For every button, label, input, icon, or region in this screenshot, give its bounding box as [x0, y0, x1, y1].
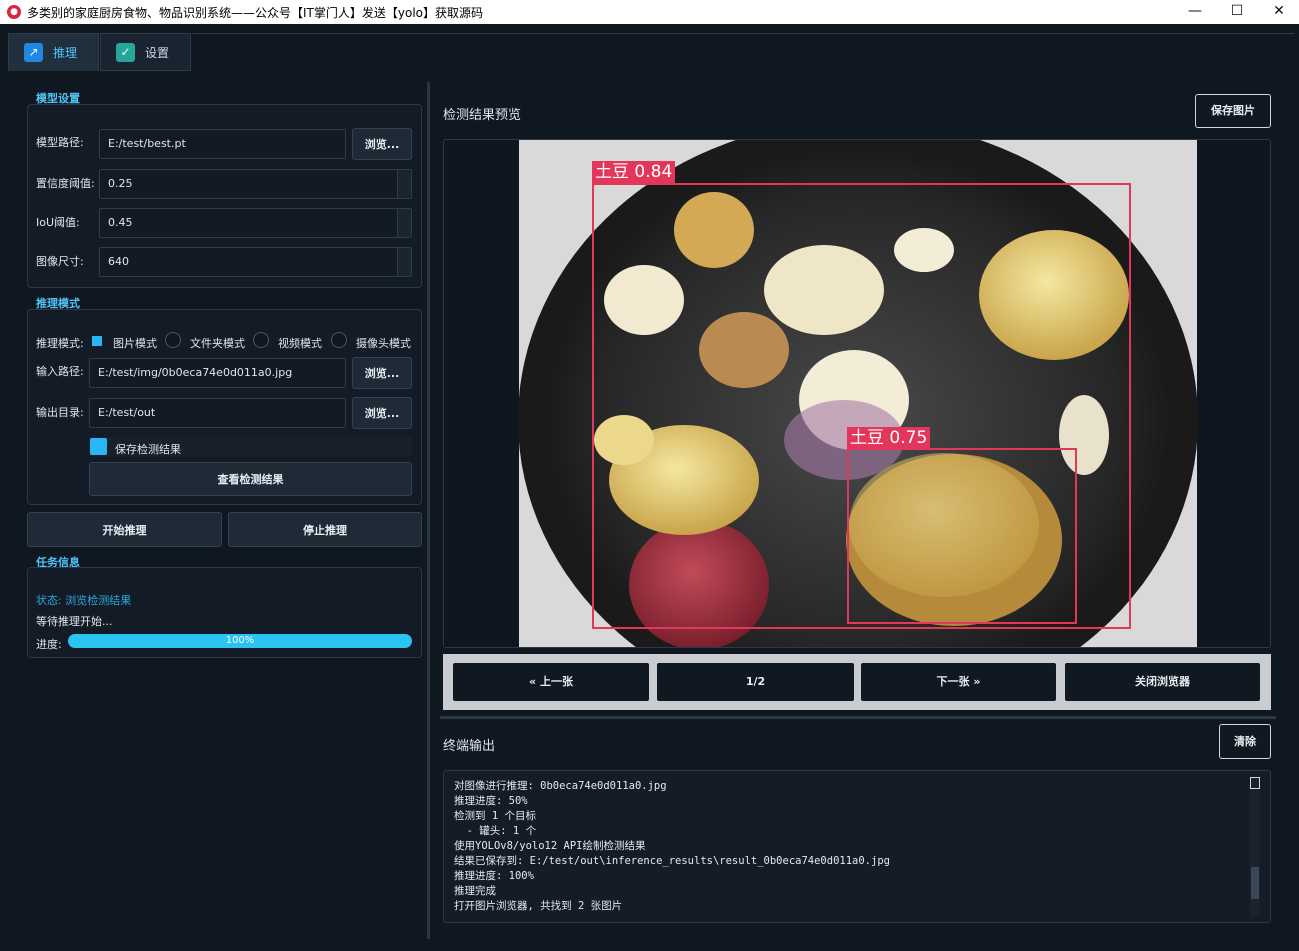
terminal-line: 使用YOLOv8/yolo12 API绘制检测结果 — [454, 840, 646, 852]
detection-box — [847, 448, 1077, 624]
close-browser-button[interactable]: 关闭浏览器 — [1065, 663, 1260, 701]
mode-video-radio[interactable] — [253, 332, 269, 348]
terminal-line: 对图像进行推理: 0b0eca74e0d011a0.jpg — [454, 780, 667, 792]
scroll-thumb[interactable] — [1251, 867, 1259, 899]
terminal-title: 终端输出 — [443, 739, 496, 754]
mode-camera-label: 摄像头模式 — [356, 337, 411, 350]
terminal-scrollbar[interactable] — [1250, 777, 1260, 917]
clear-button[interactable]: 清除 — [1219, 724, 1271, 759]
tab-divider — [192, 33, 1294, 34]
window-title: 多类别的家庭厨房食物、物品识别系统——公众号【IT掌门人】发送【yolo】获取源… — [27, 5, 483, 20]
iou-spin-arrows[interactable] — [397, 209, 411, 237]
prev-image-button[interactable]: « 上一张 — [453, 663, 649, 701]
save-image-button[interactable]: 保存图片 — [1195, 94, 1271, 128]
terminal-line: 推理进度: 50% — [454, 795, 528, 807]
input-path-field[interactable]: E:/test/img/0b0eca74e0d011a0.jpg — [89, 358, 346, 388]
mode-image-label: 图片模式 — [113, 337, 157, 350]
close-button[interactable]: ✕ — [1257, 0, 1299, 24]
output-dir-field[interactable]: E:/test/out — [89, 398, 346, 428]
tab-bar: ↗ 推理 ✓ 设置 — [8, 33, 192, 71]
terminal-line: 检测到 1 个目标 — [454, 810, 536, 822]
stop-inference-button[interactable]: 停止推理 — [228, 512, 422, 547]
scroll-up-arrow[interactable] — [1250, 777, 1260, 789]
imgsz-spin-arrows[interactable] — [397, 248, 411, 276]
save-results-label: 保存检测结果 — [115, 443, 181, 456]
input-path-label: 输入路径: — [36, 365, 84, 378]
image-nav-bar: « 上一张 1/2 下一张 » 关闭浏览器 — [443, 654, 1271, 710]
progress-label: 进度: — [36, 638, 62, 651]
mode-image-radio[interactable] — [92, 336, 102, 346]
model-path-field[interactable]: E:/test/best.pt — [99, 129, 346, 159]
iou-spinbox[interactable]: 0.45 — [99, 208, 412, 238]
mode-label: 推理模式: — [36, 337, 84, 350]
detection-label: 土豆 0.75 — [847, 427, 931, 449]
imgsz-value: 640 — [108, 255, 129, 268]
title-bar: ● 多类别的家庭厨房食物、物品识别系统——公众号【IT掌门人】发送【yolo】获… — [0, 0, 1299, 24]
save-results-checkbox[interactable] — [90, 438, 107, 455]
horizontal-splitter[interactable] — [440, 716, 1276, 719]
tab-inference-label: 推理 — [53, 45, 78, 60]
maximize-button[interactable]: ☐ — [1215, 0, 1259, 24]
terminal-line: - 罐头: 1 个 — [454, 825, 537, 837]
terminal-line: 结果已保存到: E:/test/out\inference_results\re… — [454, 855, 890, 867]
check-icon: ✓ — [116, 42, 135, 62]
minimize-button[interactable]: — — [1173, 0, 1217, 24]
mode-folder-label: 文件夹模式 — [190, 337, 245, 350]
progress-bar: 100% — [68, 634, 412, 648]
model-browse-button[interactable]: 浏览... — [352, 128, 412, 160]
mode-camera-radio[interactable] — [331, 332, 347, 348]
conf-value: 0.25 — [108, 177, 133, 190]
waiting-text: 等待推理开始... — [36, 615, 113, 628]
next-image-button[interactable]: 下一张 » — [861, 663, 1056, 701]
vertical-splitter[interactable] — [427, 82, 430, 939]
conf-label: 置信度阈值: — [36, 177, 95, 190]
iou-value: 0.45 — [108, 216, 133, 229]
status-text: 状态: 浏览检测结果 — [36, 594, 132, 607]
detection-label: 土豆 0.84 — [592, 161, 676, 183]
tab-settings[interactable]: ✓ 设置 — [100, 33, 191, 71]
conf-spinbox[interactable]: 0.25 — [99, 169, 412, 199]
conf-spin-arrows[interactable] — [397, 170, 411, 198]
start-inference-button[interactable]: 开始推理 — [27, 512, 222, 547]
imgsz-spinbox[interactable]: 640 — [99, 247, 412, 277]
tab-inference[interactable]: ↗ 推理 — [8, 33, 99, 71]
output-dir-label: 输出目录: — [36, 406, 84, 419]
model-path-label: 模型路径: — [36, 136, 84, 149]
mode-video-label: 视频模式 — [278, 337, 322, 350]
preview-frame: 土豆 0.84 土豆 0.75 — [443, 139, 1271, 648]
app-icon: ● — [7, 5, 21, 19]
output-browse-button[interactable]: 浏览... — [352, 397, 412, 429]
terminal-line: 推理进度: 100% — [454, 870, 534, 882]
terminal-line: 打开图片浏览器, 共找到 2 张图片 — [454, 900, 623, 912]
iou-label: IoU阈值: — [36, 216, 80, 229]
terminal-output[interactable]: 对图像进行推理: 0b0eca74e0d011a0.jpg 推理进度: 50% … — [443, 770, 1271, 923]
mode-folder-radio[interactable] — [165, 332, 181, 348]
chart-icon: ↗ — [24, 42, 43, 62]
tab-settings-label: 设置 — [145, 45, 170, 60]
imgsz-label: 图像尺寸: — [36, 255, 84, 268]
view-results-button[interactable]: 查看检测结果 — [89, 462, 412, 496]
page-indicator: 1/2 — [657, 663, 854, 701]
preview-title: 检测结果预览 — [443, 108, 522, 123]
terminal-line: 推理完成 — [454, 885, 496, 897]
input-browse-button[interactable]: 浏览... — [352, 357, 412, 389]
